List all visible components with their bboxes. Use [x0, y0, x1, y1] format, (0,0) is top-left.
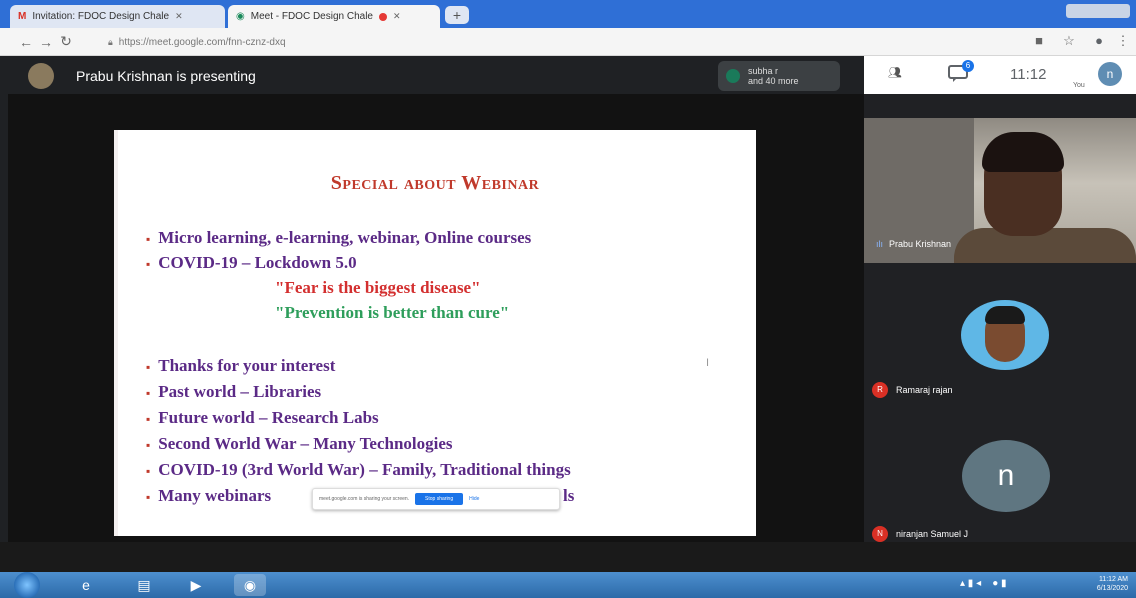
- address-bar[interactable]: 🔒︎ https://meet.google.com/fnn-cznz-dxq: [108, 33, 1008, 51]
- tray-clock[interactable]: 11:12 AM 6/13/2020: [1082, 575, 1128, 593]
- avatar: n: [962, 440, 1050, 512]
- tab-meet[interactable]: ◉ Meet - FDOC Design Chale ✕: [228, 5, 440, 28]
- share-banner: meet.google.com is sharing your screen. …: [312, 488, 560, 510]
- folder-icon[interactable]: ▤: [128, 574, 160, 596]
- slide-bullet: ▪ Second World War – Many Technologies: [146, 434, 453, 453]
- tab-label: Invitation: FDOC Design Chale: [32, 11, 170, 22]
- presenting-label: Prabu Krishnan is presenting: [76, 68, 256, 84]
- lock-icon: 🔒︎: [108, 36, 113, 47]
- reload-icon[interactable]: ↻: [56, 33, 76, 50]
- mouse-cursor-icon: I: [706, 357, 710, 369]
- self-avatar[interactable]: n: [1098, 62, 1122, 86]
- bottom-strip: [0, 542, 1136, 572]
- slide-quote: "Fear is the biggest disease": [275, 278, 481, 297]
- meet-icon: ◉: [236, 11, 245, 22]
- system-tray[interactable]: ▴ ▮ ◂ ● ▮: [960, 578, 1007, 589]
- tray-time: 11:12 AM: [1098, 576, 1128, 583]
- slide-quote: "Prevention is better than cure": [275, 303, 510, 322]
- recording-icon: [379, 12, 387, 21]
- slide-bullet: ▪ COVID-19 (3rd World War) – Family, Trad…: [146, 460, 571, 479]
- mic-off-icon: N: [872, 526, 888, 542]
- forward-icon[interactable]: →: [36, 34, 56, 50]
- tile-name: ılı Prabu Krishnan: [876, 239, 952, 249]
- share-banner-text: meet.google.com is sharing your screen.: [319, 496, 410, 502]
- mic-off-icon: R: [872, 382, 888, 398]
- participant-more: and 40 more: [748, 76, 799, 86]
- slide-bullet: ▪ Future world – Research Labs: [146, 408, 379, 427]
- camera-icon[interactable]: ■: [1030, 32, 1048, 50]
- participants-chip[interactable]: subha r and 40 more: [718, 61, 840, 91]
- tab-invitation[interactable]: M Invitation: FDOC Design Chale ✕: [10, 5, 225, 28]
- presenter-avatar: [28, 63, 54, 89]
- slide-bullet-tail: ls: [563, 486, 575, 505]
- slide-bullet: ▪ Past world – Libraries: [146, 382, 322, 401]
- meeting-clock: 11:12: [1010, 66, 1047, 83]
- window-controls[interactable]: [1066, 4, 1130, 18]
- chrome-icon[interactable]: ◉: [234, 574, 266, 596]
- start-button[interactable]: [14, 572, 40, 598]
- meet-toolbar-right: [864, 56, 1136, 94]
- menu-icon[interactable]: ⋮: [1114, 32, 1132, 50]
- profile-icon[interactable]: ●: [1090, 32, 1108, 50]
- speaking-icon: ılı: [876, 239, 884, 249]
- avatar: [961, 300, 1049, 370]
- people-icon[interactable]: 👥︎: [888, 66, 902, 79]
- participant-icon: [726, 69, 740, 83]
- media-player-icon[interactable]: ▶: [180, 574, 212, 596]
- tab-label: Meet - FDOC Design Chale: [250, 11, 373, 22]
- close-icon[interactable]: ✕: [175, 11, 183, 22]
- url-text: https://meet.google.com/fnn-cznz-dxq: [118, 36, 286, 48]
- back-icon[interactable]: ←: [16, 34, 36, 50]
- slide-bullet: ▪ Thanks for your interest: [146, 356, 336, 375]
- participant-name: subha r: [748, 66, 779, 76]
- new-tab-button[interactable]: +: [445, 6, 469, 24]
- tile-name: N niranjan Samuel J: [872, 526, 968, 542]
- star-icon[interactable]: ☆: [1060, 32, 1078, 50]
- slide-bullet: ▪ Micro learning, e-learning, webinar, On…: [146, 228, 532, 247]
- chat-badge: 6: [962, 60, 974, 72]
- stop-sharing-button[interactable]: Stop sharing: [415, 493, 464, 505]
- tray-date: 6/13/2020: [1096, 585, 1128, 592]
- tile-name: R Ramaraj rajan: [872, 382, 953, 398]
- close-icon[interactable]: ✕: [393, 11, 401, 22]
- hide-button[interactable]: Hide: [469, 496, 479, 502]
- slide-bullet: ▪ Many webinars: [146, 486, 272, 505]
- gmail-icon: M: [18, 11, 27, 22]
- ie-icon[interactable]: e: [70, 574, 102, 596]
- slide-title: Special about Webinar: [330, 172, 540, 194]
- slide-bullet: ▪ COVID-19 – Lockdown 5.0: [146, 253, 357, 272]
- you-label: You: [1073, 82, 1085, 89]
